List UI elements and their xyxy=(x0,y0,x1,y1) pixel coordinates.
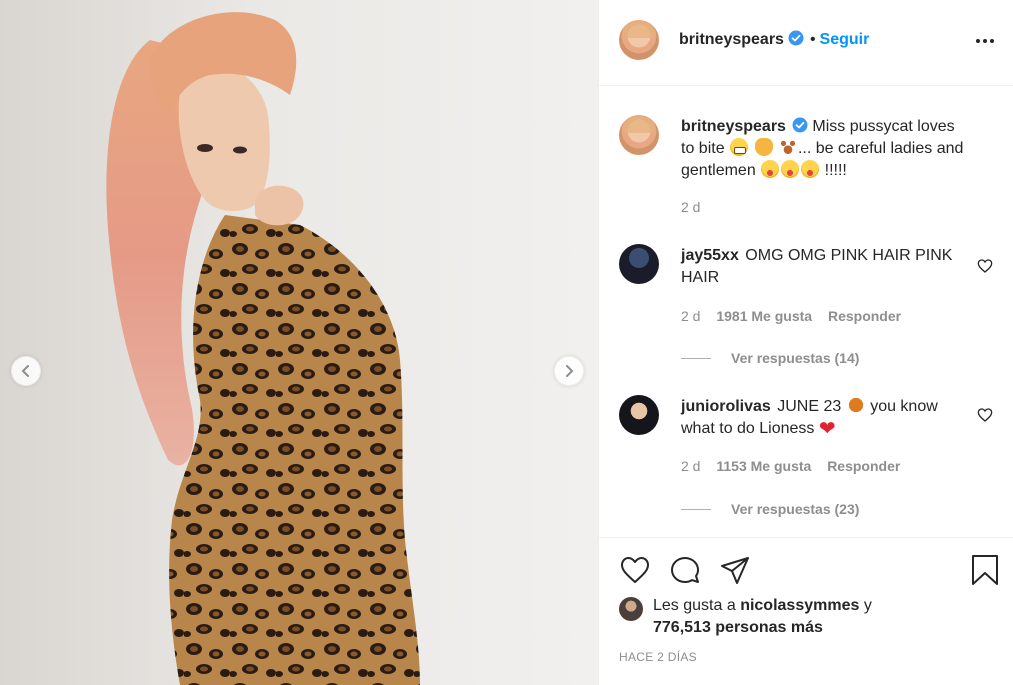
comment-username[interactable]: jay55xx xyxy=(681,247,739,264)
bookmark-icon[interactable] xyxy=(969,554,1001,586)
reply-button[interactable]: Responder xyxy=(828,308,901,324)
likes-conj: y xyxy=(863,597,872,614)
view-replies-label: Ver respuestas (14) xyxy=(731,350,860,366)
tongue-face-icon xyxy=(801,160,820,178)
cat-face-icon xyxy=(754,138,773,156)
replies-line xyxy=(681,357,711,359)
commenter-avatar[interactable] xyxy=(619,244,659,284)
chevron-left-icon xyxy=(21,365,29,377)
tiger-icon xyxy=(846,396,865,414)
verified-icon xyxy=(792,117,808,133)
post-timestamp[interactable]: HACE 2 DÍAS xyxy=(619,650,697,664)
comments-section[interactable]: britneyspears Miss pussycat loves to bit… xyxy=(599,86,1013,538)
like-comment-heart-icon[interactable] xyxy=(977,258,993,274)
view-replies-button[interactable]: Ver respuestas (23) xyxy=(681,501,859,517)
tongue-face-icon xyxy=(761,160,780,178)
comment-likes[interactable]: 1153 Me gusta xyxy=(716,458,811,474)
comment-time[interactable]: 2 d xyxy=(681,458,700,474)
reply-button[interactable]: Responder xyxy=(827,458,900,474)
author-username[interactable]: britneyspears xyxy=(679,31,784,48)
follow-button[interactable]: Seguir xyxy=(820,31,870,48)
like-comment-heart-icon[interactable] xyxy=(977,407,993,423)
verified-icon xyxy=(788,30,804,46)
post-media[interactable] xyxy=(0,0,598,685)
next-button[interactable] xyxy=(554,356,584,386)
separator-dot: • xyxy=(809,31,816,48)
replies-line xyxy=(681,508,711,510)
commenter-avatar[interactable] xyxy=(619,395,659,435)
comment-time[interactable]: 2 d xyxy=(681,308,700,324)
likes-prefix: Les gusta a xyxy=(653,597,736,614)
post-header: britneyspears • Seguir xyxy=(599,0,1013,86)
liker-username[interactable]: nicolassymmes xyxy=(740,597,859,614)
more-options-button[interactable] xyxy=(974,30,996,52)
grimacing-face-icon xyxy=(730,138,749,156)
red-heart-icon: ❤ xyxy=(818,418,836,440)
previous-button[interactable] xyxy=(11,356,41,386)
caption-text: britneyspears Miss pussycat loves to bit… xyxy=(681,116,971,182)
comment-body-1: JUNE 23 xyxy=(777,398,842,415)
liker-avatar[interactable] xyxy=(619,597,643,621)
view-replies-label: Ver respuestas (23) xyxy=(731,501,860,517)
share-icon[interactable] xyxy=(719,554,751,586)
comment-likes[interactable]: 1981 Me gusta xyxy=(716,308,812,324)
post-actions: Les gusta a nicolassymmes y 776,513 pers… xyxy=(599,538,1013,685)
comment-text: juniorolivas JUNE 23 you know what to do… xyxy=(681,396,971,440)
likes-count[interactable]: 776,513 personas más xyxy=(653,619,823,636)
likes-summary: Les gusta a nicolassymmes y 776,513 pers… xyxy=(619,595,872,639)
paw-prints-icon xyxy=(778,138,797,156)
tongue-face-icon xyxy=(781,160,800,178)
caption-username[interactable]: britneyspears xyxy=(681,118,786,135)
likes-text: Les gusta a nicolassymmes y 776,513 pers… xyxy=(653,595,872,639)
more-icon xyxy=(976,39,994,43)
author-avatar[interactable] xyxy=(619,20,659,60)
comment-text: jay55xx OMG OMG PINK HAIR PINK HAIR xyxy=(681,245,971,289)
chevron-right-icon xyxy=(566,365,574,377)
comment-icon[interactable] xyxy=(669,554,701,586)
comment-meta: 2 d 1153 Me gusta Responder xyxy=(681,458,912,474)
caption-time[interactable]: 2 d xyxy=(681,199,700,215)
caption-avatar[interactable] xyxy=(619,115,659,155)
post-panel: britneyspears • Seguir britneyspears Miss … xyxy=(598,0,1013,685)
comment-username[interactable]: juniorolivas xyxy=(681,398,771,415)
comment-meta: 2 d 1981 Me gusta Responder xyxy=(681,308,913,324)
post-photo xyxy=(106,12,420,685)
view-replies-button[interactable]: Ver respuestas (14) xyxy=(681,350,859,366)
heart-icon[interactable] xyxy=(619,554,651,586)
caption-body-3: !!!!! xyxy=(824,162,847,179)
caption-meta: 2 d xyxy=(681,199,712,215)
